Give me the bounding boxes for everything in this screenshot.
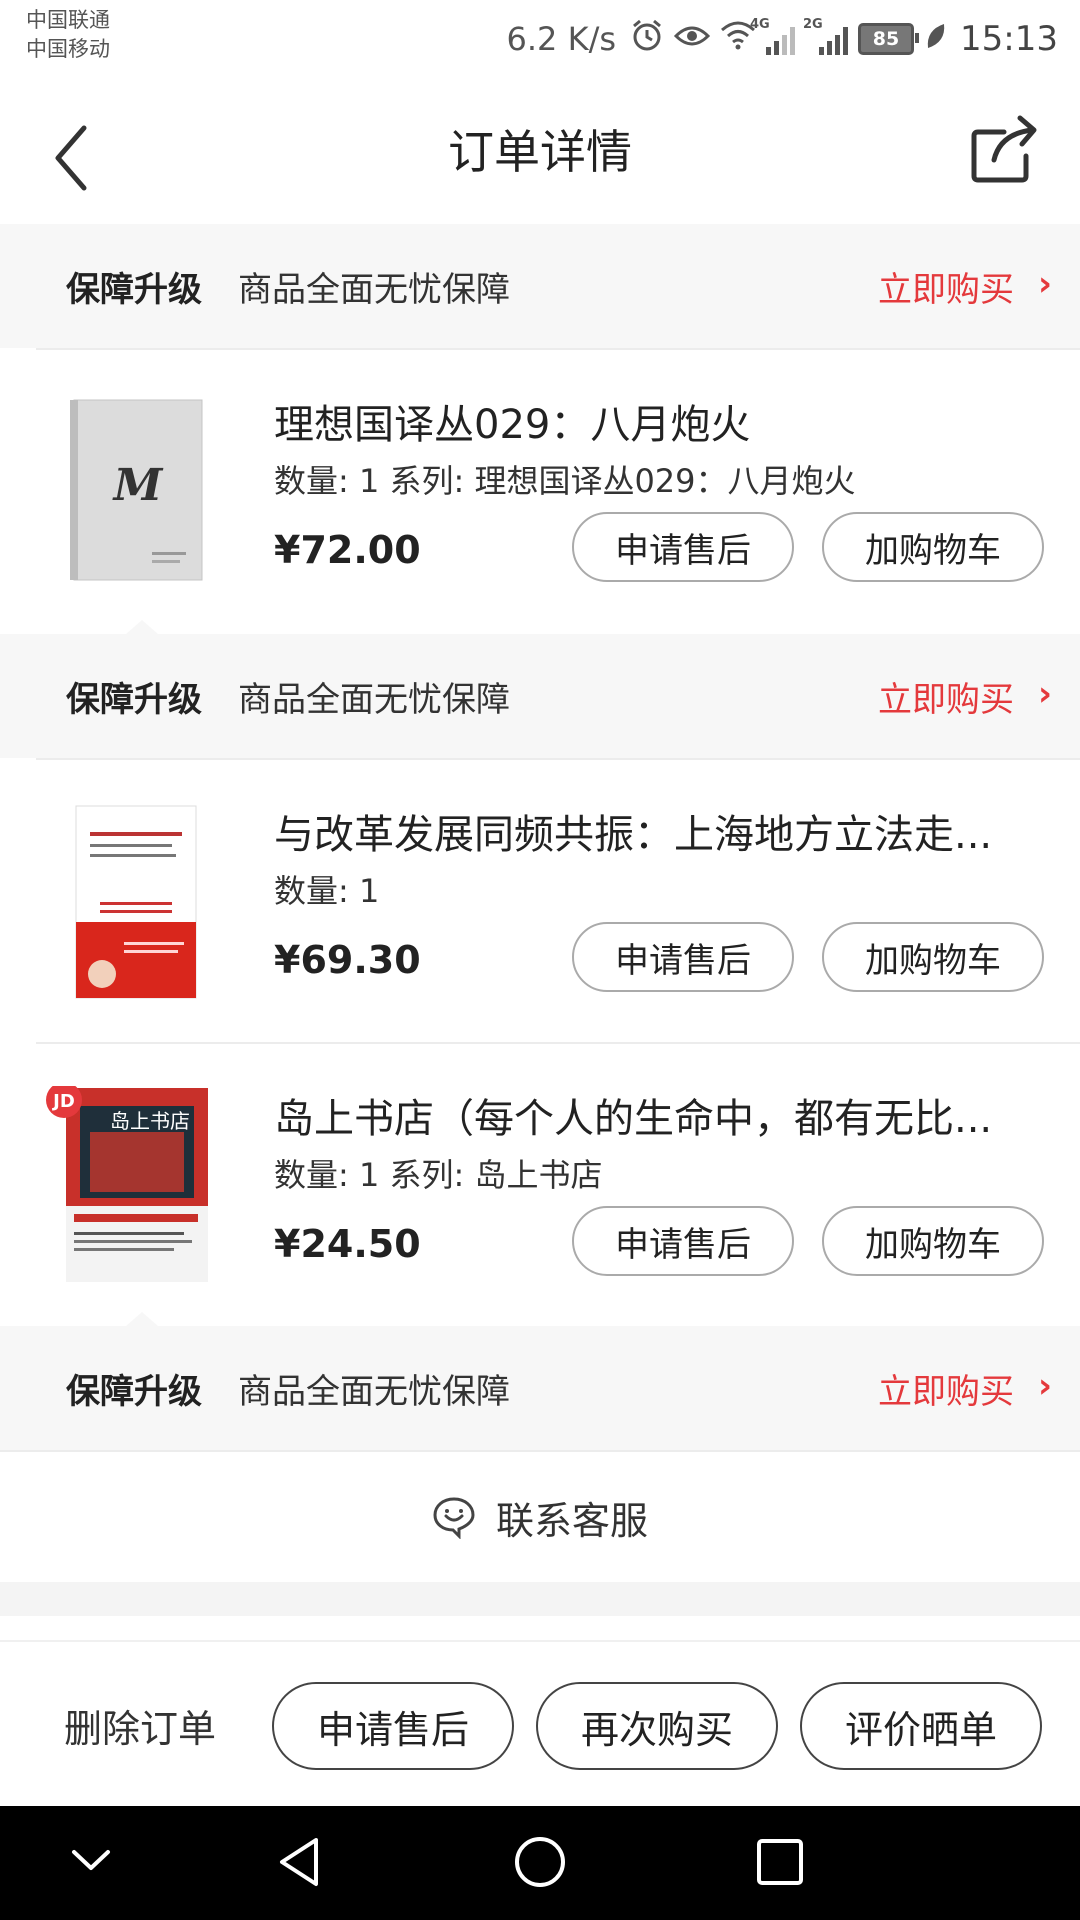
product-name[interactable]: 与改革发展同频共振：上海地方立法走... [274, 802, 1034, 860]
carrier-info: 中国联通 中国移动 [26, 6, 110, 64]
divider [36, 348, 1080, 350]
guarantee-title: 保障升级 [66, 680, 202, 720]
svg-text:JD: JD [51, 1091, 75, 1112]
leaf-icon [924, 19, 946, 59]
product-row[interactable]: M 理想国译丛029：八月炮火 数量: 1 系列: 理想国译丛029：八月炮火 … [0, 352, 1080, 632]
after-sale-button[interactable]: 申请售后 [572, 512, 794, 582]
add-to-cart-button[interactable]: 加购物车 [822, 1206, 1044, 1276]
buy-now-link[interactable]: 立即购买 [878, 672, 1014, 721]
product-meta: 数量: 1 系列: 岛上书店 [274, 1156, 603, 1194]
after-sale-button[interactable]: 申请售后 [572, 1206, 794, 1276]
svg-text:M: M [112, 460, 164, 511]
clock: 15:13 [960, 19, 1058, 59]
product-cover-image[interactable] [40, 802, 210, 1002]
network-speed: 6.2 K/s [506, 20, 617, 58]
add-to-cart-button[interactable]: 加购物车 [822, 512, 1044, 582]
battery-icon: 85 [858, 23, 920, 55]
signal-4g-icon: 4G [750, 17, 796, 55]
contact-service-button[interactable]: 联系客服 [0, 1452, 1080, 1582]
buy-now-link[interactable]: 立即购买 [878, 1364, 1014, 1413]
carrier-2: 中国移动 [26, 37, 110, 61]
review-button[interactable]: 评价晒单 [800, 1682, 1042, 1770]
after-sale-button[interactable]: 申请售后 [572, 922, 794, 992]
guarantee-desc: 商品全面无忧保障 [238, 1372, 510, 1412]
signal-2g-icon: 2G [803, 17, 849, 55]
delete-order-button[interactable]: 删除订单 [64, 1698, 216, 1753]
product-name[interactable]: 理想国译丛029：八月炮火 [274, 392, 1034, 450]
chevron-right-icon: › [1037, 1366, 1052, 1406]
divider [36, 1042, 1080, 1044]
eye-icon [673, 19, 711, 59]
top-nav-bar: 订单详情 [0, 82, 1080, 224]
back-triangle-icon[interactable] [272, 1834, 328, 1890]
contact-service-label: 联系客服 [495, 1498, 648, 1543]
chevron-right-icon: › [1037, 264, 1052, 304]
notch [126, 1312, 158, 1326]
home-circle-icon[interactable] [512, 1834, 568, 1890]
chevron-down-icon[interactable] [66, 1834, 116, 1890]
status-bar: 中国联通 中国移动 6.2 K/s 4G 2G 85 15:13 [0, 0, 1080, 82]
guarantee-desc: 商品全面无忧保障 [238, 270, 510, 310]
after-sale-order-button[interactable]: 申请售后 [272, 1682, 514, 1770]
product-name[interactable]: 岛上书店（每个人的生命中，都有无比... [274, 1086, 1034, 1144]
product-price: ¥69.30 [274, 938, 421, 982]
product-row[interactable]: 与改革发展同频共振：上海地方立法走... 数量: 1 ¥69.30 申请售后 加… [0, 762, 1080, 1042]
product-cover-image[interactable]: M [40, 392, 210, 592]
guarantee-bar: 保障升级 商品全面无忧保障 立即购买 › [0, 1312, 1080, 1450]
product-meta: 数量: 1 系列: 理想国译丛029：八月炮火 [274, 462, 856, 500]
product-price: ¥24.50 [274, 1222, 421, 1266]
rebuy-button[interactable]: 再次购买 [536, 1682, 778, 1770]
carrier-1: 中国联通 [26, 8, 110, 32]
add-to-cart-button[interactable]: 加购物车 [822, 922, 1044, 992]
share-icon [971, 115, 1037, 183]
svg-text:岛上书店: 岛上书店 [110, 1109, 190, 1133]
page-title: 订单详情 [448, 125, 632, 179]
section-gap [0, 1582, 1080, 1616]
product-price: ¥72.00 [274, 528, 421, 572]
chat-smile-icon [433, 1497, 475, 1539]
system-nav-bar [0, 1806, 1080, 1920]
guarantee-title: 保障升级 [66, 1372, 202, 1412]
product-row[interactable]: 岛上书店 JD 岛上书店（每个人的生命中，都有无比... 数量: 1 系列: 岛… [0, 1046, 1080, 1326]
guarantee-title: 保障升级 [66, 270, 202, 310]
product-meta: 数量: 1 [274, 872, 380, 910]
alarm-icon [630, 18, 664, 61]
buy-now-link[interactable]: 立即购买 [878, 262, 1014, 311]
guarantee-desc: 商品全面无忧保障 [238, 680, 510, 720]
recents-square-icon[interactable] [752, 1834, 808, 1890]
status-indicators: 6.2 K/s 4G 2G 85 15:13 [507, 14, 1058, 64]
guarantee-bar: 保障升级 商品全面无忧保障 立即购买 › [0, 620, 1080, 758]
guarantee-bar: 保障升级 商品全面无忧保障 立即购买 › [0, 224, 1080, 348]
chevron-right-icon: › [1037, 674, 1052, 714]
product-cover-image[interactable]: 岛上书店 JD [40, 1082, 210, 1286]
divider [36, 758, 1080, 760]
notch [126, 620, 158, 634]
order-actions-bar: 删除订单 申请售后 再次购买 评价晒单 [0, 1640, 1080, 1808]
share-button[interactable] [964, 110, 1044, 190]
